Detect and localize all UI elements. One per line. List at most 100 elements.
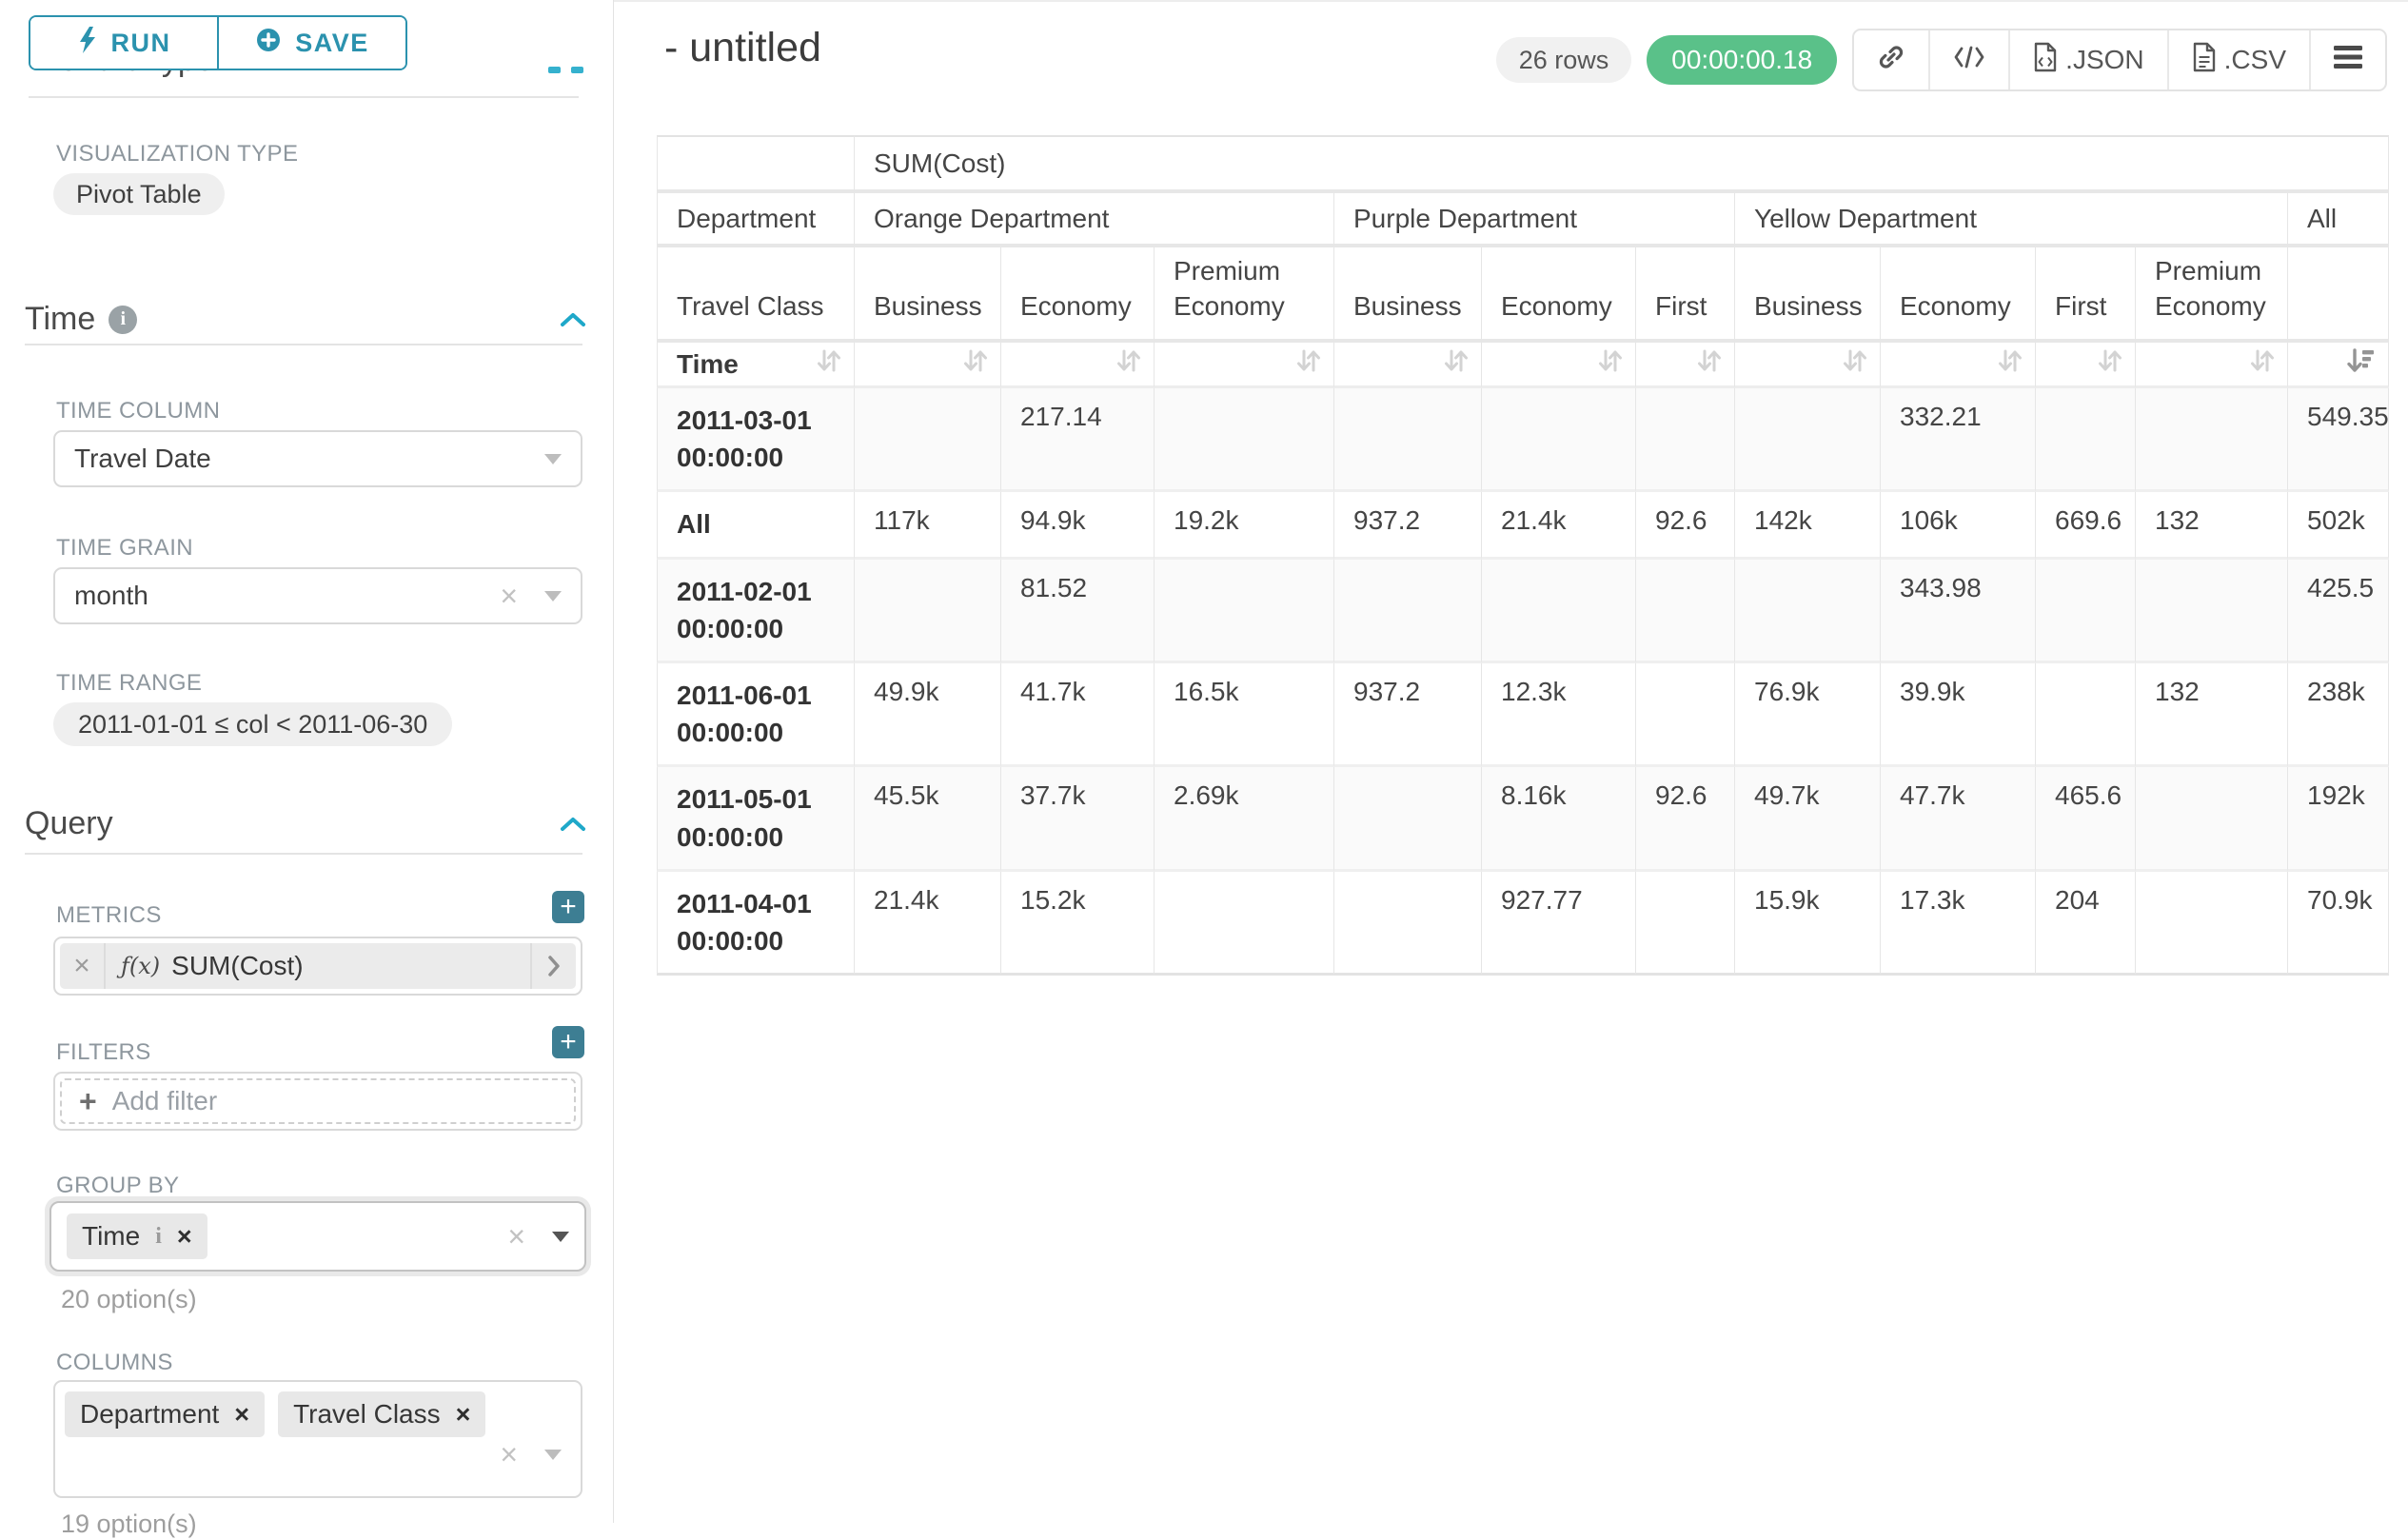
pivot-cell: [1735, 560, 1881, 663]
pivot-cell: 92.6: [1636, 492, 1735, 559]
chart-title[interactable]: - untitled: [664, 25, 821, 71]
run-button[interactable]: RUN: [30, 17, 217, 69]
metric-header-row: SUM(Cost): [657, 135, 2389, 193]
metric-header: SUM(Cost): [855, 135, 2389, 193]
sort-column-button[interactable]: [1636, 343, 1735, 388]
pivot-cell: 142k: [1735, 492, 1881, 559]
export-json-button[interactable]: .JSON: [2008, 30, 2166, 89]
clear-icon[interactable]: ×: [500, 1439, 518, 1470]
travel-class-header: Premium Economy: [1155, 247, 1334, 343]
remove-tag-icon[interactable]: ×: [177, 1224, 192, 1250]
table-row: 2011-04-01 00:00:0021.4k15.2k927.7715.9k…: [657, 872, 2389, 976]
export-csv-button[interactable]: .CSV: [2167, 30, 2309, 89]
pivot-cell: 238k: [2288, 663, 2389, 767]
plus-icon: +: [560, 893, 577, 921]
add-filter-plus-button[interactable]: +: [552, 1026, 584, 1058]
pivot-cell: 49.7k: [1735, 767, 1881, 871]
travel-class-header: Business: [855, 247, 1001, 343]
time-column-select[interactable]: Travel Date: [53, 430, 582, 487]
columns-select[interactable]: Department × Travel Class × ×: [53, 1380, 582, 1498]
metric-pill[interactable]: × ƒ(x) SUM(Cost): [60, 943, 576, 989]
pivot-row-label: 2011-05-01 00:00:00: [657, 767, 855, 871]
save-button-label: SAVE: [295, 29, 369, 58]
travel-class-header: Business: [1334, 247, 1482, 343]
remove-metric-icon[interactable]: ×: [60, 943, 106, 989]
pivot-cell: [2036, 560, 2136, 663]
sort-column-button[interactable]: [1155, 343, 1334, 388]
time-grain-select[interactable]: month ×: [53, 567, 582, 624]
pivot-cell: [1636, 560, 1735, 663]
sort-column-button[interactable]: [855, 343, 1001, 388]
pivot-cell: 192k: [2288, 767, 2389, 871]
sort-descending-button[interactable]: [2288, 343, 2389, 388]
travel-class-header: Premium Economy: [2136, 247, 2288, 343]
time-section-header: Time i: [25, 301, 137, 338]
sort-column-button[interactable]: [2036, 343, 2136, 388]
pivot-cell: 92.6: [1636, 767, 1735, 871]
chevron-up-icon[interactable]: [558, 815, 588, 839]
pivot-cell: 106k: [1881, 492, 2036, 559]
query-section-title: Query: [25, 805, 113, 842]
export-button-group: .JSON .CSV: [1852, 29, 2387, 91]
clear-icon[interactable]: ×: [507, 1221, 525, 1252]
pivot-cell: 927.77: [1482, 872, 1636, 976]
travel-class-header-row: Travel Class BusinessEconomyPremium Econ…: [657, 247, 2389, 343]
pivot-cell: [1334, 767, 1482, 871]
chevron-right-icon[interactable]: [530, 943, 576, 989]
sort-column-button[interactable]: [1001, 343, 1155, 388]
add-metric-button[interactable]: +: [552, 891, 584, 923]
share-link-button[interactable]: [1854, 30, 1928, 89]
visualization-type-pill[interactable]: Pivot Table: [53, 173, 225, 215]
time-sort-header[interactable]: Time: [657, 343, 855, 388]
pivot-cell: 45.5k: [855, 767, 1001, 871]
travel-class-row-label: Travel Class: [657, 247, 855, 343]
pivot-cell: 15.9k: [1735, 872, 1881, 976]
pivot-table-container: SUM(Cost) Department Orange DepartmentPu…: [657, 135, 2389, 976]
clear-icon[interactable]: ×: [500, 581, 518, 611]
pivot-cell: [2036, 663, 2136, 767]
menu-button[interactable]: [2309, 30, 2385, 89]
time-column-label: TIME COLUMN: [56, 398, 220, 424]
section-divider: [29, 96, 579, 98]
sort-arrows-icon: [1443, 346, 1470, 382]
time-range-label: TIME RANGE: [56, 670, 202, 697]
table-row: All117k94.9k19.2k937.221.4k92.6142k106k6…: [657, 492, 2389, 559]
info-icon[interactable]: i: [109, 306, 137, 334]
metrics-control: × ƒ(x) SUM(Cost): [53, 937, 582, 996]
group-by-select[interactable]: Time i × ×: [49, 1201, 586, 1272]
travel-class-header: Economy: [1482, 247, 1636, 343]
pivot-row-label: 2011-06-01 00:00:00: [657, 663, 855, 767]
sort-arrows-icon: [1842, 346, 1868, 382]
department-group-header: Yellow Department: [1735, 193, 2288, 247]
time-range-pill[interactable]: 2011-01-01 ≤ col < 2011-06-30: [53, 702, 452, 746]
sort-arrows-icon: [1295, 346, 1322, 382]
time-grain-label: TIME GRAIN: [56, 535, 193, 562]
pivot-cell: 2.69k: [1155, 767, 1334, 871]
sort-column-button[interactable]: [1735, 343, 1881, 388]
sort-column-button[interactable]: [2136, 343, 2288, 388]
sort-column-button[interactable]: [1482, 343, 1636, 388]
time-grain-value: month: [74, 581, 148, 611]
pivot-cell: [1334, 560, 1482, 663]
sort-column-button[interactable]: [1334, 343, 1482, 388]
embed-code-button[interactable]: [1928, 30, 2008, 89]
remove-tag-icon[interactable]: ×: [234, 1402, 249, 1428]
pivot-cell: 17.3k: [1881, 872, 2036, 976]
pivot-cell: 12.3k: [1482, 663, 1636, 767]
metric-value: SUM(Cost): [171, 951, 303, 981]
sort-arrows-icon: [1696, 346, 1723, 382]
sort-arrows-icon: [1597, 346, 1624, 382]
info-icon[interactable]: i: [155, 1224, 162, 1250]
pivot-row-label: All: [657, 492, 855, 559]
pivot-cell: 132: [2136, 492, 2288, 559]
sort-descending-icon: [2346, 346, 2377, 382]
add-filter-label: Add filter: [112, 1086, 218, 1116]
save-button[interactable]: SAVE: [217, 17, 405, 69]
add-filter-button[interactable]: + Add filter: [60, 1078, 576, 1124]
metrics-label: METRICS: [56, 902, 162, 929]
chevron-up-icon[interactable]: [558, 310, 588, 334]
sort-column-button[interactable]: [1881, 343, 2036, 388]
remove-tag-icon[interactable]: ×: [456, 1402, 471, 1428]
travel-class-header: First: [2036, 247, 2136, 343]
pivot-cell: [2136, 388, 2288, 492]
